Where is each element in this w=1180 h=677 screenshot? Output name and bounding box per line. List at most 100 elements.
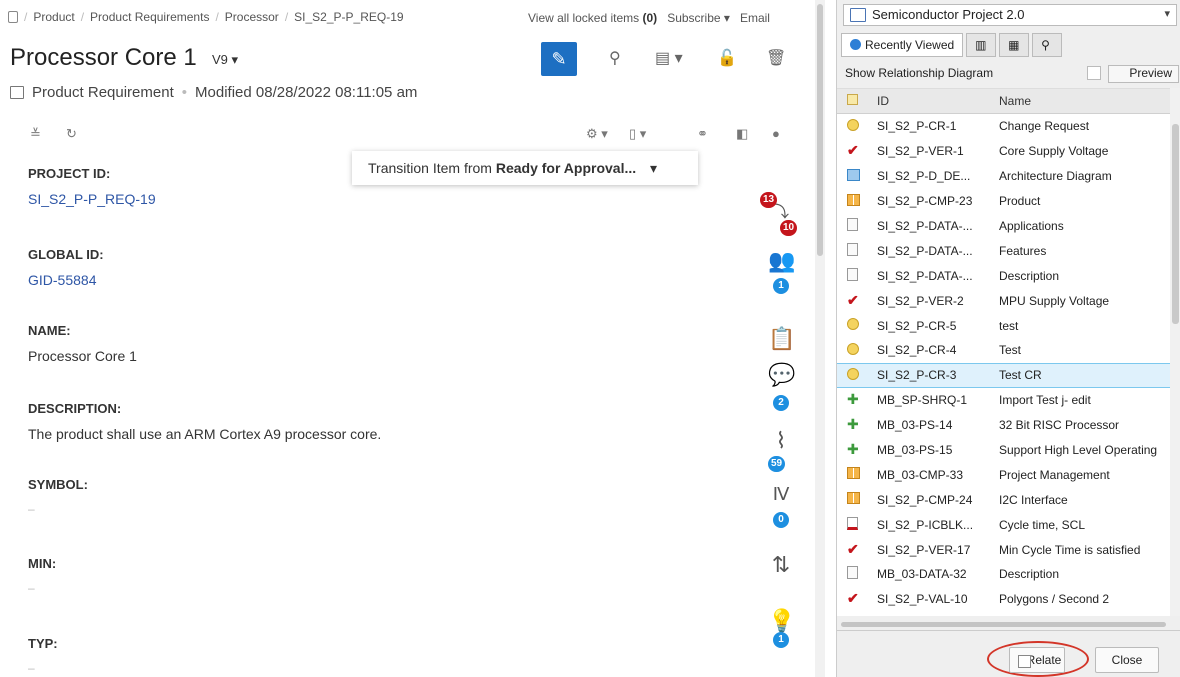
- approve-button[interactable]: ●: [772, 126, 780, 141]
- table-row[interactable]: SI_S2_P-ICBLK... Cycle time, SCL: [837, 512, 1170, 537]
- row-id: SI_S2_P-VER-2: [877, 293, 964, 308]
- table-row[interactable]: ✚ MB_03-PS-15 Support High Level Operating: [837, 438, 1170, 463]
- users-count-badge: 1: [773, 278, 789, 294]
- verification-icon: ✔: [847, 142, 859, 159]
- table-row[interactable]: SI_S2_P-CR-3 Test CR: [837, 362, 1170, 388]
- column-header-id[interactable]: ID: [877, 94, 999, 108]
- row-name: Import Test j- edit: [999, 393, 1091, 408]
- table-row[interactable]: SI_S2_P-DATA-... Description: [837, 263, 1170, 288]
- table-row[interactable]: SI_S2_P-CMP-24 I2C Interface: [837, 487, 1170, 512]
- table-row[interactable]: ✚ MB_SP-SHRQ-1 Import Test j- edit: [837, 388, 1170, 413]
- delete-button[interactable]: 🗑: [766, 48, 786, 68]
- table-row[interactable]: SI_S2_P-DATA-... Applications: [837, 214, 1170, 239]
- suggestions-widget[interactable]: 💡: [768, 608, 795, 634]
- tab-tree[interactable]: ▥: [966, 33, 997, 57]
- grid-scrollbar[interactable]: [1170, 88, 1180, 616]
- grid-header: ID Name: [837, 89, 1170, 114]
- detail-scrollbar[interactable]: [815, 0, 825, 677]
- versions-widget[interactable]: Ⅳ: [768, 484, 794, 505]
- gear-dropdown-button[interactable]: ⚙ ▾: [586, 126, 608, 142]
- email-link[interactable]: Email: [740, 11, 770, 25]
- unlock-icon: 🔓: [717, 50, 737, 67]
- link-icon: ⚭: [697, 126, 708, 141]
- table-row[interactable]: SI_S2_P-DATA-... Features: [837, 238, 1170, 263]
- row-name: Support High Level Operating: [999, 443, 1158, 458]
- row-id: SI_S2_P-CR-3: [877, 368, 957, 383]
- row-id: MB_03-PS-15: [877, 443, 953, 458]
- table-row[interactable]: SI_S2_P-CMP-23 Product: [837, 189, 1170, 214]
- grid-horizontal-scrollbar[interactable]: [841, 622, 1166, 627]
- comment-icon: 💬: [768, 362, 796, 387]
- global-id-value[interactable]: GID-55884: [28, 272, 104, 288]
- globe-icon: [850, 39, 861, 50]
- project-icon: [850, 8, 866, 22]
- lock-icon: [8, 11, 18, 23]
- name-value: Processor Core 1: [28, 348, 137, 364]
- table-row[interactable]: ✔ SI_S2_P-VAL-10 Polygons / Second 2: [837, 587, 1170, 612]
- table-row[interactable]: ✔ SI_S2_P-VER-17 Min Cycle Time is satisfi…: [837, 537, 1170, 562]
- relate-button[interactable]: Relate: [1009, 647, 1065, 673]
- project-id-value[interactable]: SI_S2_P-P_REQ-19: [28, 191, 156, 207]
- lock-button[interactable]: 🔓: [717, 48, 737, 68]
- sync-widget[interactable]: ⇅: [768, 552, 794, 578]
- breadcrumb-processor[interactable]: Processor: [225, 10, 279, 24]
- view-locked-link[interactable]: View all locked items (0): [528, 11, 657, 25]
- edit-button[interactable]: ✎: [541, 42, 577, 76]
- close-button[interactable]: Close: [1095, 647, 1159, 673]
- subscribe-link[interactable]: Subscribe ▾: [667, 11, 730, 25]
- modified-date: Modified 08/28/2022 08:11:05 am: [195, 84, 418, 101]
- suggestions-count-badge: 1: [773, 632, 789, 648]
- row-name: test: [999, 318, 1019, 333]
- table-row[interactable]: SI_S2_P-D_DE... Architecture Diagram: [837, 164, 1170, 189]
- review-icon: ◧: [736, 126, 749, 141]
- table-row[interactable]: ✚ MB_03-PS-14 32 Bit RISC Processor: [837, 413, 1170, 438]
- diagram-icon[interactable]: [1087, 66, 1101, 80]
- table-row[interactable]: SI_S2_P-CR-1 Change Request: [837, 114, 1170, 139]
- table-row[interactable]: SI_S2_P-CR-4 Test: [837, 338, 1170, 363]
- export-dropdown-button[interactable]: ▤ ▾: [655, 48, 683, 68]
- verification-icon: ✔: [847, 540, 859, 557]
- add-dropdown-button[interactable]: ▯ ▾: [629, 126, 646, 142]
- activity-icon: ⌇: [775, 428, 787, 453]
- table-row[interactable]: SI_S2_P-CR-5 test: [837, 313, 1170, 338]
- row-name: Architecture Diagram: [999, 169, 1112, 184]
- typ-value: –: [28, 661, 35, 675]
- table-row[interactable]: ✔ SI_S2_P-VER-2 MPU Supply Voltage: [837, 288, 1170, 313]
- comments-widget[interactable]: 💬: [768, 362, 796, 388]
- transition-dropdown[interactable]: Transition Item from Ready for Approval.…: [352, 151, 698, 185]
- row-id: SI_S2_P-DATA-...: [877, 219, 973, 233]
- breadcrumb-product-requirements[interactable]: Product Requirements: [90, 10, 209, 24]
- change-request-icon: [847, 342, 859, 355]
- table-row[interactable]: MB_03-DATA-32 Description: [837, 562, 1170, 587]
- row-id: MB_03-CMP-33: [877, 467, 964, 482]
- row-id: MB_03-DATA-32: [877, 567, 967, 582]
- activity-widget[interactable]: ⌇: [768, 428, 794, 454]
- chevron-down-icon: ▾: [723, 11, 730, 25]
- tab-filter[interactable]: ▦: [999, 33, 1030, 57]
- breadcrumb-product[interactable]: Product: [33, 10, 74, 24]
- row-id: SI_S2_P-CMP-24: [877, 492, 973, 507]
- row-id: SI_S2_P-VER-1: [877, 144, 964, 159]
- table-row[interactable]: ✔ SI_S2_P-VER-1 Core Supply Voltage: [837, 139, 1170, 164]
- tab-recently-viewed[interactable]: Recently Viewed: [841, 33, 964, 57]
- table-row[interactable]: MB_03-CMP-33 Project Management: [837, 462, 1170, 487]
- preview-button[interactable]: Preview: [1108, 65, 1179, 83]
- refresh-button[interactable]: ↻: [66, 126, 77, 142]
- review-button[interactable]: ◧: [736, 126, 748, 142]
- row-id: MB_03-PS-14: [877, 418, 953, 433]
- collapse-button[interactable]: ≚: [30, 126, 41, 142]
- link-button[interactable]: ⚭: [697, 126, 708, 142]
- project-select[interactable]: Semiconductor Project 2.0 ▾: [843, 4, 1177, 26]
- row-name: Description: [999, 268, 1060, 283]
- tab-search[interactable]: ⚲: [1032, 33, 1063, 57]
- data-icon: [847, 267, 858, 281]
- show-relationship-diagram-link[interactable]: Show Relationship Diagram: [845, 66, 993, 80]
- change-request-icon: [847, 318, 859, 331]
- users-widget[interactable]: 👥: [768, 248, 795, 274]
- column-header-name[interactable]: Name: [999, 94, 1170, 108]
- relationship-toolbar: Show Relationship Diagram Preview: [837, 61, 1180, 85]
- tests-widget[interactable]: 📋: [768, 326, 795, 352]
- version-dropdown[interactable]: V9 ▾: [212, 52, 238, 68]
- hierarchy-button[interactable]: ⚲: [609, 48, 621, 68]
- panel-footer: Relate Close: [837, 630, 1180, 677]
